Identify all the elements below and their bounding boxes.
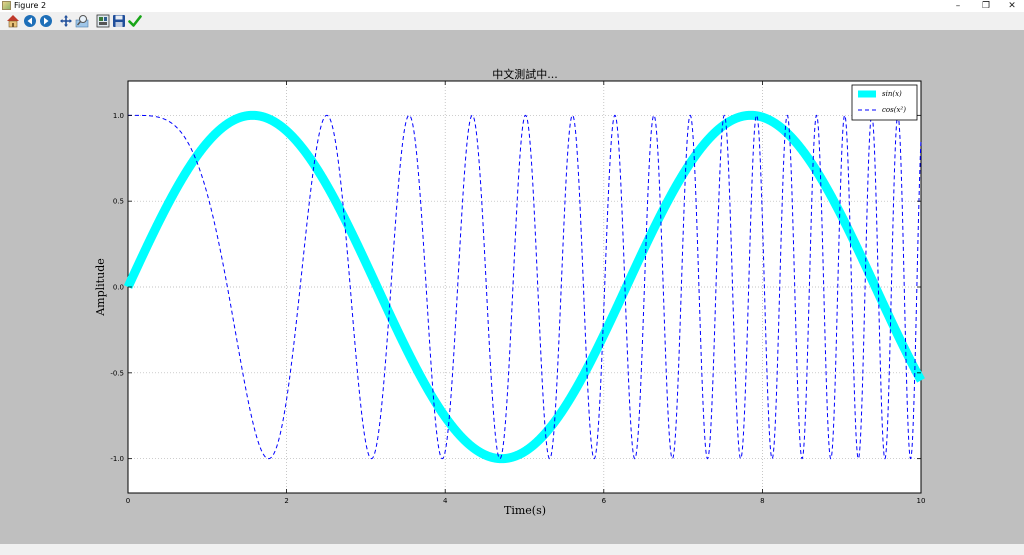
status-bar [0, 544, 1024, 555]
window-title: Figure 2 [14, 1, 47, 10]
x-tick-label: 10 [917, 497, 926, 505]
forward-button[interactable] [39, 14, 53, 28]
window-titlebar: Figure 2 – ❐ ✕ [0, 0, 1024, 12]
x-tick-label: 4 [443, 497, 448, 505]
zoom-button[interactable] [75, 14, 89, 28]
back-button[interactable] [23, 14, 37, 28]
checkmark-icon [128, 15, 142, 27]
restore-button[interactable]: ❐ [972, 0, 1000, 12]
x-tick-label: 6 [602, 497, 607, 505]
y-tick-label: 0.5 [113, 198, 124, 206]
close-button[interactable]: ✕ [998, 0, 1024, 12]
y-tick-label: 1.0 [113, 112, 124, 120]
legend-cos-label: cos(x²) [882, 106, 906, 114]
chart-title: 中文測試中... [492, 67, 558, 81]
app-icon [2, 1, 11, 10]
forward-arrow-icon [40, 15, 52, 27]
save-icon [113, 15, 125, 27]
configure-subplots-icon [96, 14, 110, 28]
x-tick-label: 0 [126, 497, 130, 505]
zoom-icon [75, 15, 89, 28]
y-tick-label: 0.0 [113, 284, 124, 292]
apply-button[interactable] [128, 14, 142, 28]
y-tick-label: -0.5 [110, 369, 124, 377]
x-tick-label: 2 [284, 497, 288, 505]
y-tick-label: -1.0 [110, 455, 124, 463]
pan-button[interactable] [59, 14, 73, 28]
y-axis-label: Amplitude [94, 258, 107, 317]
minimize-button[interactable]: – [944, 0, 972, 12]
legend: sin(x) cos(x²) [851, 84, 918, 121]
figure-canvas[interactable]: 0 2 4 6 8 10 -1.0 -0.5 0.0 0.5 1.0 中文測試中... Time(s… [0, 30, 1024, 544]
home-icon [7, 15, 19, 28]
back-arrow-icon [24, 15, 36, 27]
x-axis-label: Time(s) [504, 504, 546, 517]
x-tick-label: 8 [760, 497, 764, 505]
legend-sin-label: sin(x) [882, 90, 902, 98]
toolbar [0, 12, 1024, 30]
save-button[interactable] [112, 14, 126, 28]
home-button[interactable] [6, 14, 20, 28]
configure-subplots-button[interactable] [96, 14, 110, 28]
pan-icon [60, 15, 72, 27]
